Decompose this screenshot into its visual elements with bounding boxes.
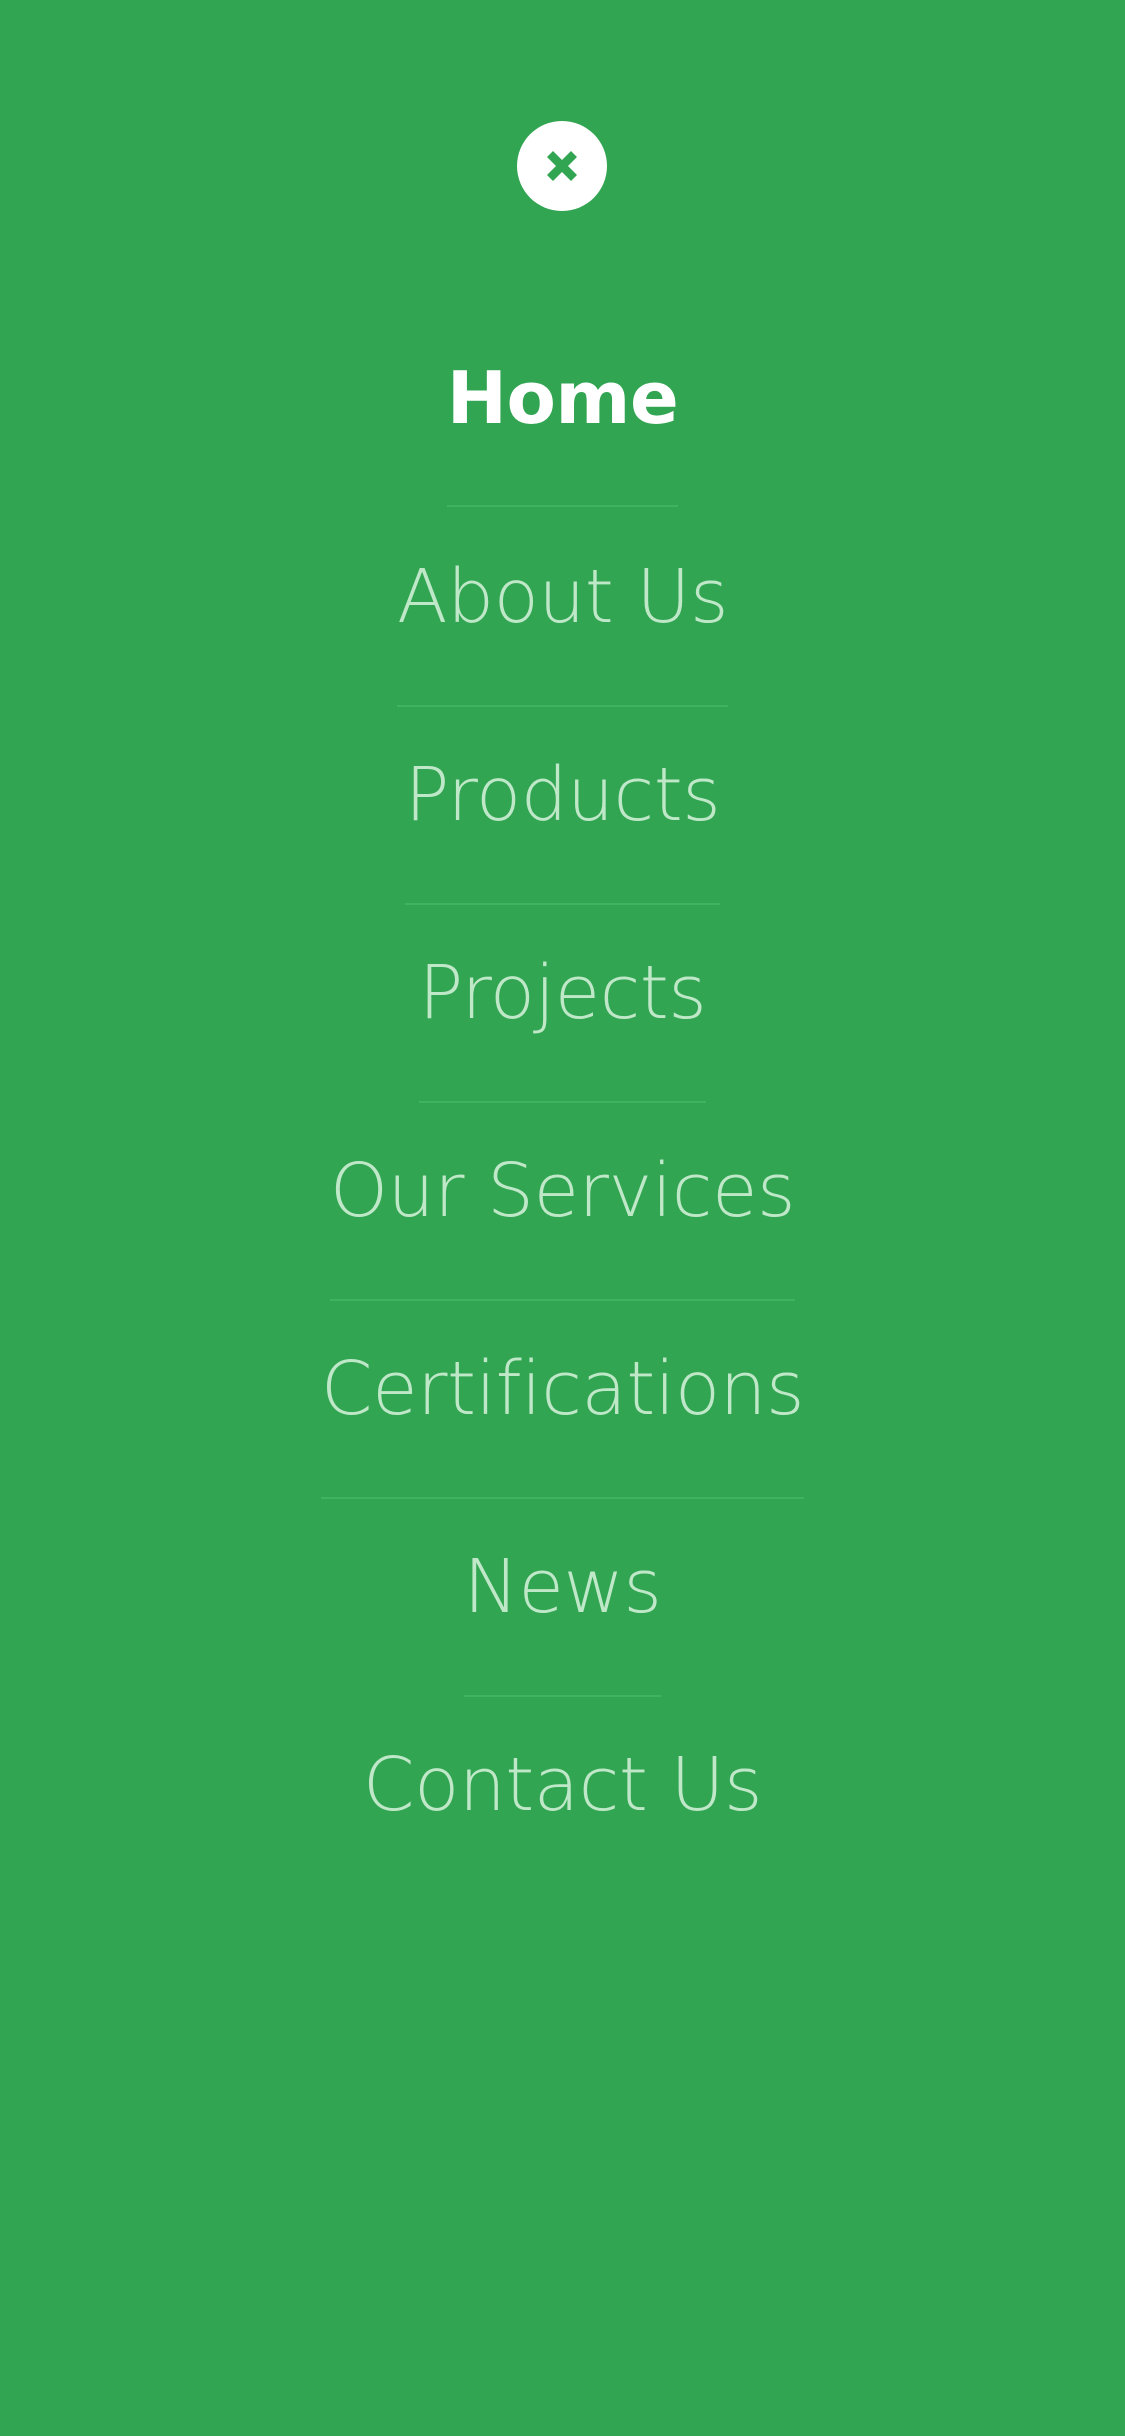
close-button[interactable]	[517, 121, 607, 211]
menu-item-products[interactable]: Products	[0, 726, 1125, 924]
menu-item-label: Contact Us	[362, 1742, 763, 1828]
menu-item-label: About Us	[396, 528, 729, 708]
menu-item-label: Home	[446, 330, 679, 507]
menu-item-label: Certifications	[320, 1320, 805, 1500]
main-navigation-menu: Home About Us Products Projects Our Serv…	[0, 330, 1125, 1914]
menu-item-home[interactable]: Home	[0, 330, 1125, 528]
menu-item-label: Projects	[418, 924, 707, 1104]
menu-item-label: News	[463, 1518, 662, 1698]
menu-item-news[interactable]: News	[0, 1518, 1125, 1716]
menu-item-projects[interactable]: Projects	[0, 924, 1125, 1122]
menu-item-certifications[interactable]: Certifications	[0, 1320, 1125, 1518]
menu-item-label: Our Services	[329, 1122, 796, 1302]
menu-item-label: Products	[404, 726, 721, 906]
menu-item-contact-us[interactable]: Contact Us	[0, 1716, 1125, 1914]
mobile-menu-screen: Home About Us Products Projects Our Serv…	[0, 0, 1125, 2436]
menu-item-our-services[interactable]: Our Services	[0, 1122, 1125, 1320]
menu-item-about-us[interactable]: About Us	[0, 528, 1125, 726]
close-icon	[547, 151, 577, 181]
